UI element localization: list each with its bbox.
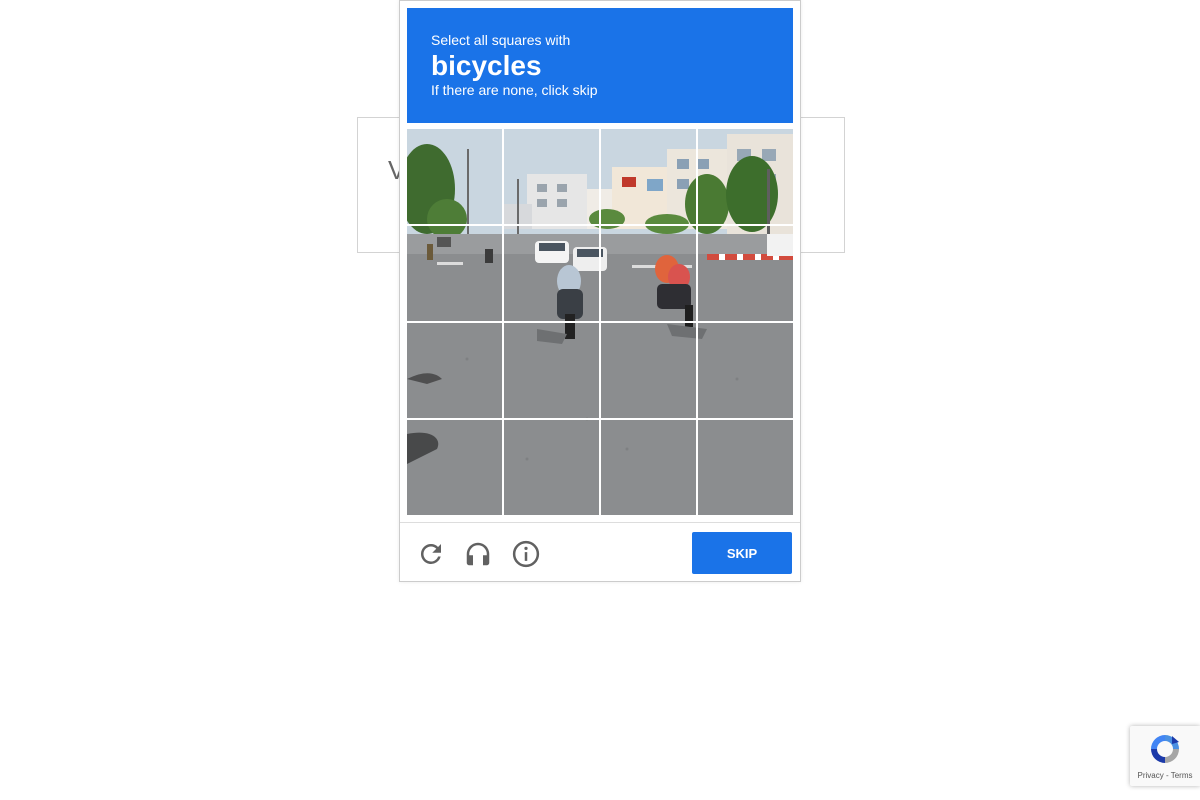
skip-hint-text: If there are none, click skip <box>431 82 598 98</box>
tile-image <box>407 323 502 418</box>
link-separator: - <box>1163 771 1171 780</box>
grid-tile-2[interactable] <box>504 129 599 224</box>
grid-tile-10[interactable] <box>504 323 599 418</box>
tile-image <box>698 226 793 321</box>
reload-icon[interactable] <box>416 539 446 569</box>
headphones-icon[interactable] <box>463 539 493 569</box>
grid-tile-4[interactable] <box>698 129 793 224</box>
privacy-link[interactable]: Privacy <box>1138 771 1164 780</box>
grid-tile-9[interactable] <box>407 323 502 418</box>
tile-image <box>601 420 696 515</box>
captcha-challenge-dialog: Select all squares with bicycles If ther… <box>399 0 801 582</box>
challenge-footer: SKIP <box>400 522 800 582</box>
skip-button[interactable]: SKIP <box>692 532 792 574</box>
tile-image <box>601 226 696 321</box>
target-object-label: bicycles <box>431 50 542 81</box>
grid-tile-7[interactable] <box>601 226 696 321</box>
grid-tile-16[interactable] <box>698 420 793 515</box>
tile-image <box>407 129 502 224</box>
tile-image <box>601 323 696 418</box>
grid-tile-13[interactable] <box>407 420 502 515</box>
recaptcha-badge[interactable]: Privacy - Terms <box>1130 726 1200 786</box>
tile-image <box>504 323 599 418</box>
tile-image <box>407 226 502 321</box>
grid-tile-11[interactable] <box>601 323 696 418</box>
grid-tile-15[interactable] <box>601 420 696 515</box>
grid-tile-5[interactable] <box>407 226 502 321</box>
grid-tile-12[interactable] <box>698 323 793 418</box>
grid-tile-1[interactable] <box>407 129 502 224</box>
info-icon[interactable] <box>511 539 541 569</box>
tile-image <box>407 420 502 515</box>
image-grid <box>407 129 793 515</box>
badge-links: Privacy - Terms <box>1130 771 1200 780</box>
tile-image <box>504 226 599 321</box>
instruction-text: Select all squares with <box>431 32 571 48</box>
grid-tile-6[interactable] <box>504 226 599 321</box>
grid-tile-14[interactable] <box>504 420 599 515</box>
grid-tile-8[interactable] <box>698 226 793 321</box>
challenge-header: Select all squares with bicycles If ther… <box>407 8 793 123</box>
tile-image <box>601 129 696 224</box>
tile-image <box>504 420 599 515</box>
recaptcha-logo-icon <box>1151 735 1179 763</box>
tile-image <box>504 129 599 224</box>
tile-image <box>698 323 793 418</box>
grid-tile-3[interactable] <box>601 129 696 224</box>
tile-image <box>698 129 793 224</box>
tile-image <box>698 420 793 515</box>
terms-link[interactable]: Terms <box>1171 771 1193 780</box>
